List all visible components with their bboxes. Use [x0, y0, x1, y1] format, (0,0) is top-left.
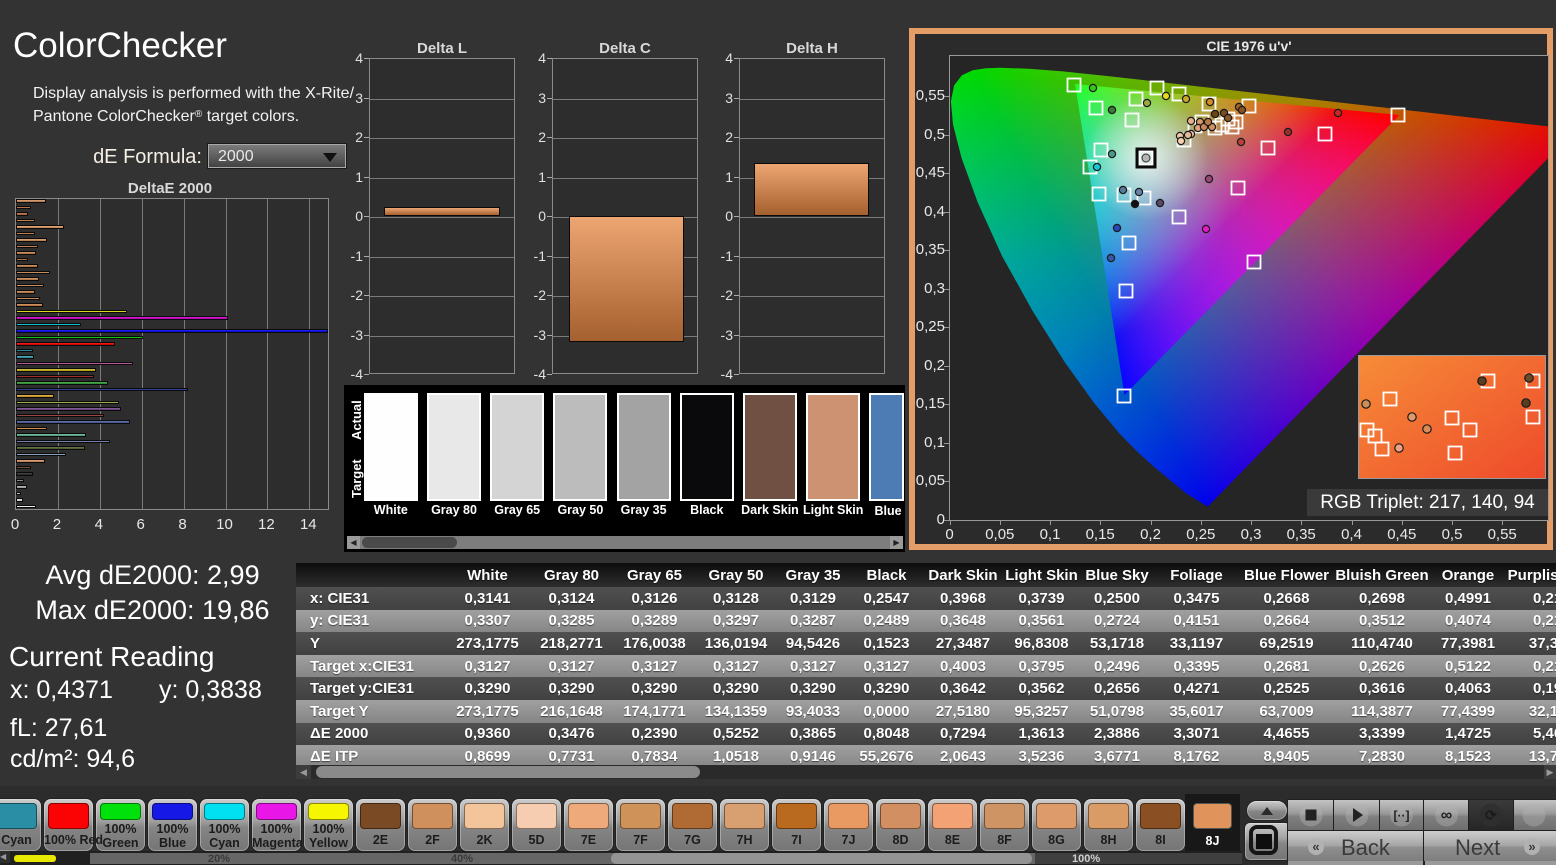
svg-text:⟳: ⟳	[1485, 807, 1497, 823]
svg-text:[··]: [··]	[1394, 809, 1410, 823]
svg-text:∞: ∞	[1441, 807, 1452, 824]
